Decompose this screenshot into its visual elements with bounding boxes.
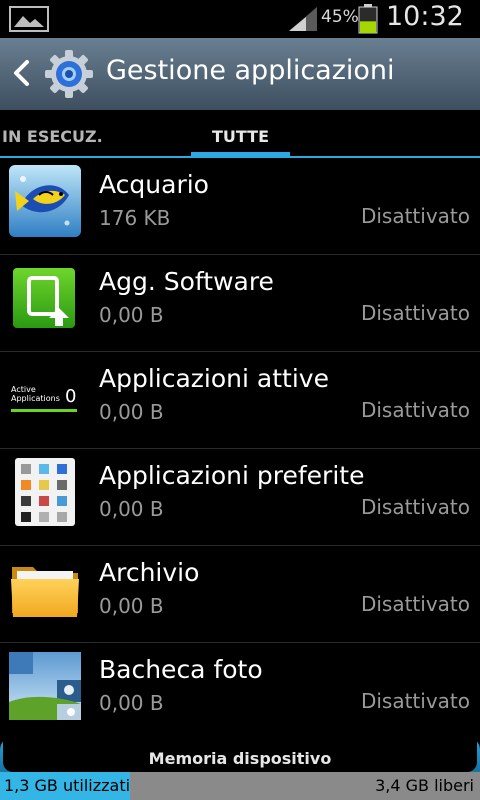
list-item[interactable]: Applicazioni preferite 0,00 B Disattivat… — [0, 449, 480, 546]
app-name: Applicazioni preferite — [99, 461, 365, 490]
app-size: 0,00 B — [99, 497, 164, 521]
back-chevron-icon[interactable] — [10, 58, 32, 88]
software-update-icon — [13, 268, 75, 328]
storage-free-text: 3,4 GB liberi — [375, 776, 474, 795]
app-status: Disattivato — [360, 495, 470, 519]
app-name: Applicazioni attive — [99, 364, 329, 393]
list-item[interactable]: Active Applications 0 Applicazioni attiv… — [0, 352, 480, 449]
storage-usage-bar: 1,3 GB utilizzati 3,4 GB liberi — [0, 772, 480, 800]
app-size: 0,00 B — [99, 303, 164, 327]
app-name: Archivio — [99, 558, 200, 587]
storage-used-text: 1,3 GB utilizzati — [4, 776, 131, 795]
gallery-notification-icon — [9, 6, 49, 32]
app-list[interactable]: Acquario 176 KB Disattivato Agg. Softwar… — [0, 158, 480, 736]
active-apps-icon-text: Active Applications — [11, 385, 60, 403]
tab-running[interactable]: IN ESECUZ. — [2, 127, 103, 146]
folder-icon — [11, 567, 79, 617]
app-name: Acquario — [99, 170, 209, 199]
app-size: 176 KB — [99, 206, 171, 230]
battery-percentage: 45% — [321, 7, 359, 27]
settings-gear-icon[interactable] — [44, 49, 94, 99]
selected-tab-indicator — [191, 152, 290, 156]
list-item[interactable]: Acquario 176 KB Disattivato — [0, 158, 480, 255]
photo-wall-icon — [9, 652, 81, 720]
app-status: Disattivato — [360, 398, 470, 422]
app-name: Agg. Software — [99, 267, 274, 296]
app-status: Disattivato — [360, 592, 470, 616]
clock: 10:32 — [386, 1, 464, 32]
screen-title: Gestione applicazioni — [106, 55, 395, 86]
battery-icon — [358, 4, 378, 34]
app-status: Disattivato — [360, 204, 470, 228]
app-status: Disattivato — [360, 301, 470, 325]
signal-strength-icon — [289, 7, 317, 31]
app-name: Bacheca foto — [99, 655, 263, 684]
tab-all[interactable]: TUTTE — [191, 127, 290, 146]
app-status: Disattivato — [360, 689, 470, 713]
app-size: 0,00 B — [99, 594, 164, 618]
tab-bar: IN ESECUZ. TUTTE — [0, 110, 480, 158]
active-apps-icon-count: 0 — [65, 386, 77, 407]
action-bar: Gestione applicazioni — [0, 38, 480, 111]
list-item[interactable]: Bacheca foto 0,00 B Disattivato — [0, 643, 480, 736]
list-item[interactable]: Agg. Software 0,00 B Disattivato — [0, 255, 480, 352]
aquarium-fish-icon — [9, 165, 81, 237]
app-size: 0,00 B — [99, 691, 164, 715]
app-size: 0,00 B — [99, 400, 164, 424]
active-applications-icon: Active Applications 0 — [9, 359, 81, 431]
storage-label: Memoria dispositivo — [148, 749, 332, 768]
list-item[interactable]: Archivio 0,00 B Disattivato — [0, 546, 480, 643]
favorite-apps-icon — [15, 458, 75, 526]
status-bar: 45% 10:32 — [0, 0, 480, 38]
